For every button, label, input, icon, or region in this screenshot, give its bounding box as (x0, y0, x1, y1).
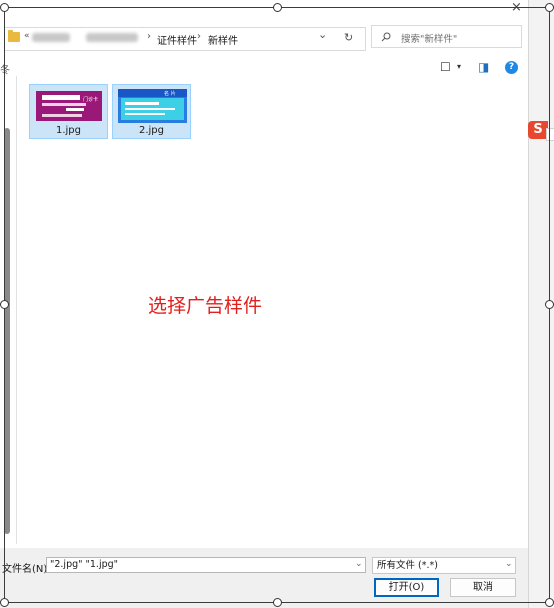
breadcrumb-separator: › (147, 31, 151, 42)
search-icon (381, 32, 391, 42)
view-dropdown-icon[interactable]: ▾ (457, 62, 461, 71)
background-tab (546, 128, 554, 141)
image-thumbnail: 门诊卡 (36, 91, 102, 121)
filetype-select[interactable]: 所有文件 (*.*) (372, 557, 516, 574)
resize-handle[interactable] (273, 3, 282, 12)
refresh-icon[interactable]: ↻ (344, 31, 353, 44)
annotation-text: 选择广告样件 (148, 295, 263, 317)
thumb-tag: 名 片 (164, 91, 176, 97)
file-item-1[interactable]: 门诊卡 1.jpg (29, 84, 108, 139)
resize-handle[interactable] (0, 300, 9, 309)
resize-handle[interactable] (545, 3, 554, 12)
help-icon[interactable]: ? (505, 61, 518, 74)
redacted-path-segment (32, 33, 70, 42)
resize-handle[interactable] (273, 598, 282, 607)
resize-handle[interactable] (545, 300, 554, 309)
cancel-button[interactable]: 取消 (450, 578, 516, 597)
file-list-pane[interactable] (16, 76, 528, 544)
overflow-chevron[interactable]: « (24, 31, 30, 41)
resize-handle[interactable] (0, 598, 9, 607)
filetype-dropdown-icon[interactable]: ⌄ (505, 559, 513, 569)
search-input[interactable]: 搜索"新样件" (371, 25, 522, 48)
resize-handle[interactable] (545, 598, 554, 607)
breadcrumb-item-parent[interactable]: 证件样件 (157, 32, 197, 47)
folder-icon (8, 30, 20, 42)
file-name: 2.jpg (138, 125, 164, 136)
view-icon[interactable]: ☐ (440, 60, 451, 74)
image-thumbnail: 名 片 (118, 89, 187, 123)
filename-label: 文件名(N): (2, 564, 51, 575)
search-placeholder: 搜索"新样件" (401, 34, 458, 45)
preview-pane-icon[interactable]: ◨ (478, 60, 489, 74)
ime-badge-icon[interactable]: S (528, 121, 548, 139)
breadcrumb-separator: › (197, 31, 201, 42)
file-item-2[interactable]: 名 片 2.jpg (112, 84, 191, 139)
file-name: 1.jpg (55, 125, 81, 136)
redacted-path-segment (86, 33, 138, 42)
address-history-dropdown[interactable]: ⌄ (318, 28, 327, 41)
breadcrumb-item-current[interactable]: 新样件 (208, 32, 238, 47)
organize-fragment[interactable]: 冬 (0, 61, 10, 76)
resize-handle[interactable] (0, 3, 9, 12)
filename-input[interactable]: "2.jpg" "1.jpg" (46, 557, 366, 573)
thumb-tag: 门诊卡 (83, 97, 99, 103)
filename-dropdown-icon[interactable]: ⌄ (355, 559, 363, 569)
open-button[interactable]: 打开(O) (374, 578, 439, 597)
